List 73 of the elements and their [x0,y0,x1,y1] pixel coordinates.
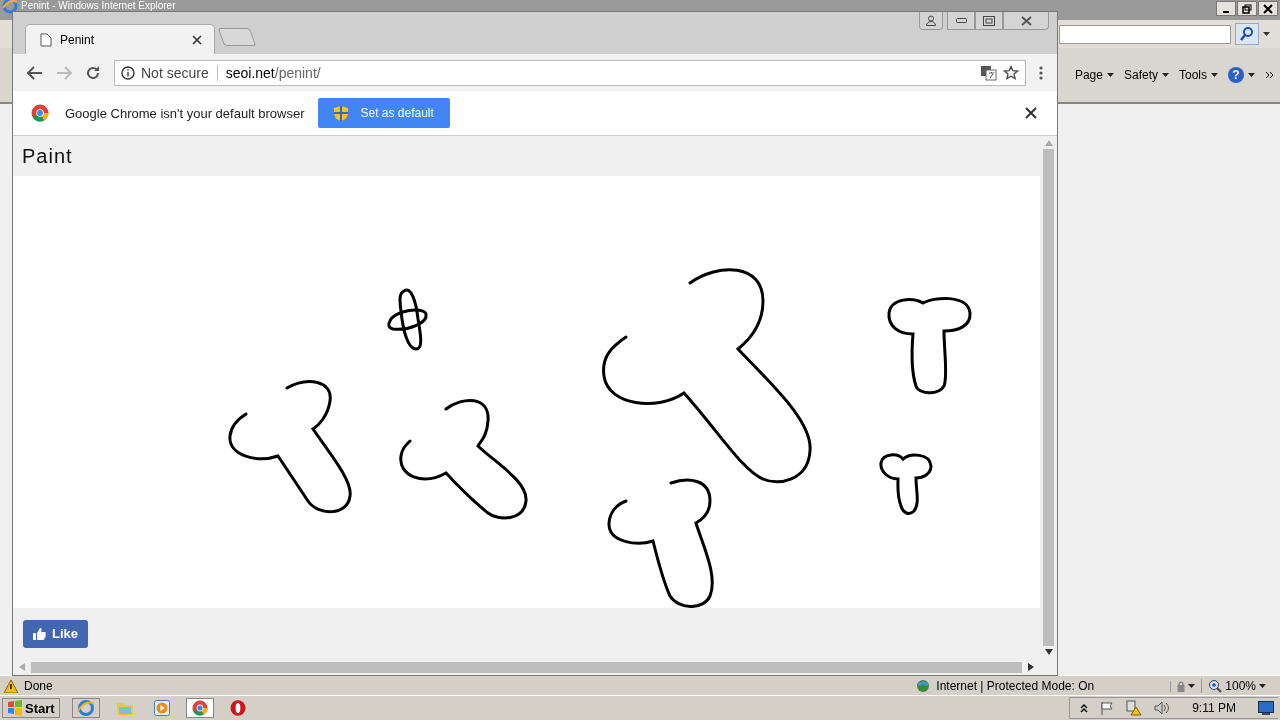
minimize-icon [1223,10,1229,13]
like-button[interactable]: Like [23,619,88,648]
translate-icon[interactable] [981,64,997,81]
restore-button[interactable] [975,12,1003,30]
minimize-button[interactable] [947,12,975,30]
caret-icon [1259,684,1266,688]
info-icon [121,65,135,80]
scrollbar-thumb[interactable] [1043,149,1054,646]
star-icon[interactable] [1003,64,1019,81]
address-bar[interactable]: Not secure seoi.net/penint/ [114,59,1026,86]
start-button[interactable]: Start [2,698,60,718]
speaker-icon[interactable] [1154,701,1171,715]
toolbar-menu[interactable]: Tools [1179,68,1218,82]
window-title: Penint - Windows Internet Explorer [21,0,176,11]
person-icon [926,15,936,26]
search-button[interactable] [1235,23,1259,45]
toolbar-menu[interactable]: Page [1074,68,1114,82]
globe-icon [916,679,931,693]
taskbar-button[interactable] [71,698,100,718]
browser-logo-icon [2,0,18,14]
lock-icon [1177,680,1186,692]
chrome-logo-icon [191,700,208,716]
warning-icon [4,679,18,693]
media-player-icon[interactable] [153,700,170,716]
dropdown-caret-icon[interactable] [1263,32,1270,36]
caret-icon [1162,73,1169,77]
profile-button[interactable] [919,12,943,30]
browser-logo-icon [31,104,49,122]
close-icon[interactable] [192,34,202,45]
chevron-icon[interactable] [1265,71,1274,79]
restore-icon [983,15,995,26]
close-icon [1263,3,1273,14]
scrollbar-thumb[interactable] [31,661,1022,673]
menu-icon[interactable] [1039,65,1043,80]
restore-icon [1242,3,1252,14]
page-icon [40,32,52,47]
search-field[interactable] [1059,24,1231,44]
toolbar-menu[interactable]: Safety [1123,68,1169,82]
network-warning-icon[interactable] [1126,700,1143,716]
windows-logo-icon [7,700,23,716]
close-icon [1020,15,1032,26]
close-icon[interactable] [1025,107,1037,119]
zone-text: Internet | Protected Mode: On [936,679,1096,693]
reload-icon[interactable] [85,64,101,81]
scroll-right-icon[interactable] [1028,663,1034,671]
caret-icon [1248,73,1255,77]
zoom-icon [1208,679,1223,693]
minimize-button[interactable] [1216,1,1236,16]
caret-icon [1211,73,1218,77]
protection-button[interactable] [1170,680,1196,692]
scroll-down-icon[interactable] [1044,649,1053,655]
thumbs-up-icon [33,627,46,640]
caret-icon [1106,73,1114,77]
show-desktop-icon[interactable] [1258,701,1274,715]
search-icon [1239,26,1255,42]
opera-icon[interactable] [229,700,246,716]
status-text: Done [24,679,53,693]
back-icon[interactable] [27,65,43,80]
show-hidden-icons-icon[interactable] [1080,703,1089,713]
minimize-icon [955,17,967,24]
flag-icon[interactable] [1100,701,1115,715]
set-default-button[interactable]: Set as default [318,98,450,128]
browser-logo-icon [76,699,95,717]
restore-button[interactable] [1237,1,1257,16]
page-title: Paint [22,145,73,168]
shield-icon [334,105,349,121]
close-button[interactable] [1258,1,1278,16]
browser-tab[interactable]: Penint [25,24,215,54]
zoom-button[interactable]: 100% [1201,679,1276,693]
caret-icon [1188,684,1196,688]
clock[interactable]: 9:11 PM [1192,701,1236,715]
taskbar-button[interactable] [185,698,214,718]
infobar-message: Google Chrome isn't your default browser [65,105,305,121]
